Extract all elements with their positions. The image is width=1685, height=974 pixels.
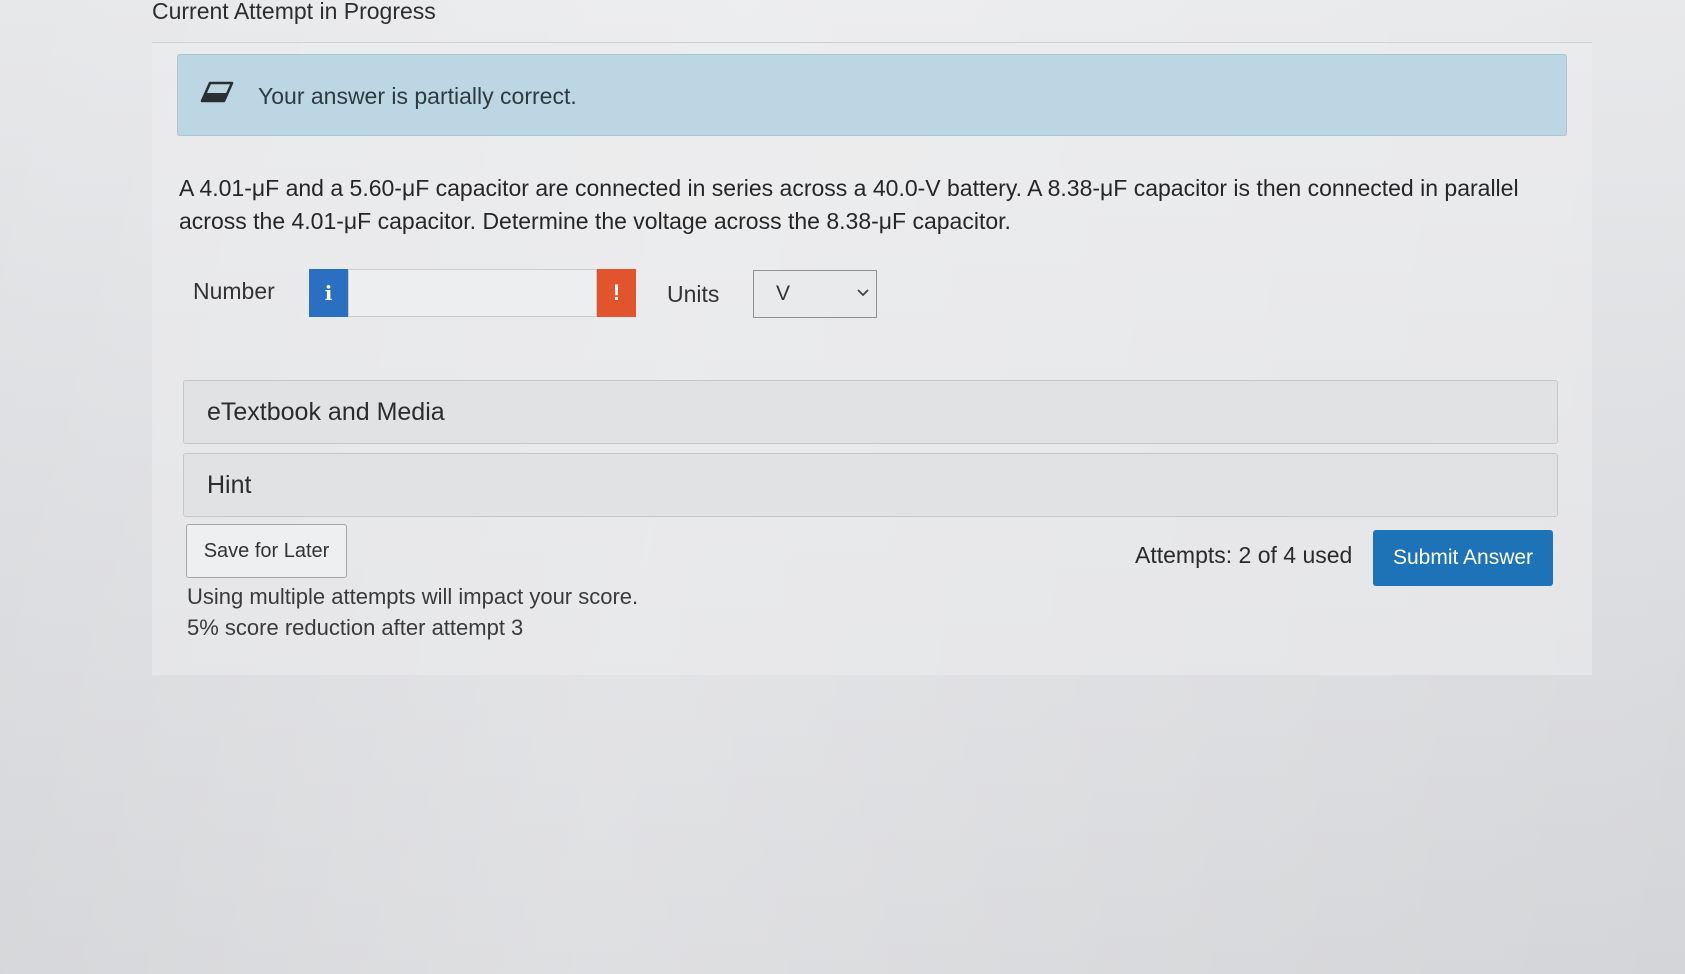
units-selected-value: V <box>776 282 791 305</box>
question-line-2: across the 4.01-μF capacitor. Determine … <box>179 208 1011 234</box>
title-divider <box>152 42 1592 43</box>
question-text: A 4.01-μF and a 5.60-μF capacitor are co… <box>179 172 1579 238</box>
submit-answer-button[interactable]: Submit Answer <box>1373 530 1553 586</box>
etextbook-media-section[interactable]: eTextbook and Media <box>183 380 1558 444</box>
page-title: Current Attempt in Progress <box>152 0 436 24</box>
feedback-message: Your answer is partially correct. <box>258 83 577 109</box>
eraser-icon <box>200 81 234 103</box>
hint-section[interactable]: Hint <box>183 453 1558 517</box>
hint-label: Hint <box>207 471 252 499</box>
warning-icon-button[interactable]: ! <box>597 269 636 317</box>
feedback-banner: Your answer is partially correct. <box>177 54 1567 136</box>
attempts-counter: Attempts: 2 of 4 used <box>1135 542 1353 568</box>
units-label: Units <box>667 281 720 307</box>
number-input[interactable] <box>348 269 597 317</box>
info-icon-button[interactable]: i <box>309 269 348 317</box>
units-select[interactable]: V <box>753 270 877 318</box>
etextbook-media-label: eTextbook and Media <box>207 398 445 426</box>
save-for-later-button[interactable]: Save for Later <box>186 524 347 578</box>
chevron-down-icon <box>857 289 869 297</box>
question-line-1: A 4.01-μF and a 5.60-μF capacitor are co… <box>179 175 1519 201</box>
attempts-impact-note: Using multiple attempts will impact your… <box>187 584 639 609</box>
number-label: Number <box>193 278 275 304</box>
score-reduction-note: 5% score reduction after attempt 3 <box>187 615 524 640</box>
